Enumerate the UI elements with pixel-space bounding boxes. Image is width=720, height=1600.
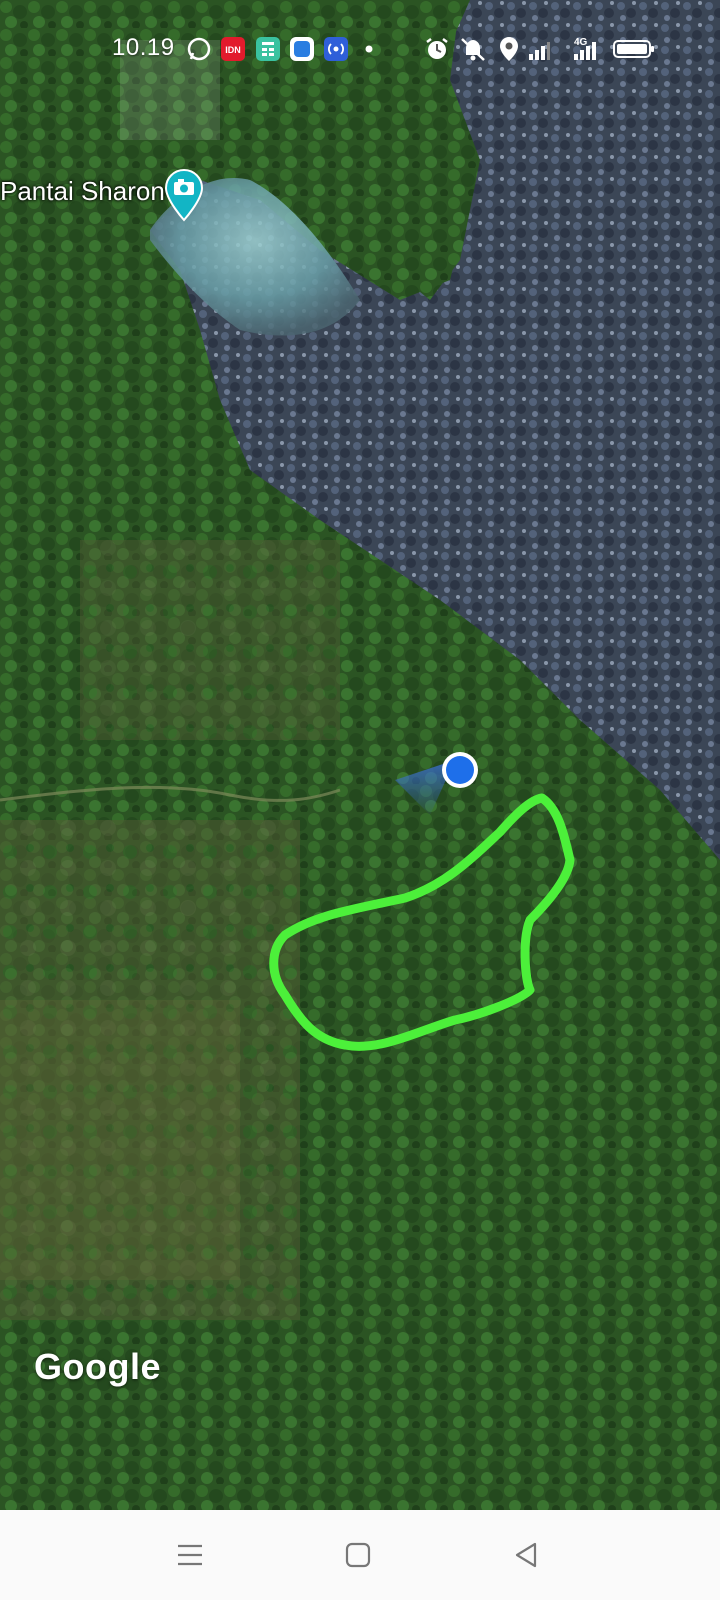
home-icon[interactable] [333,1530,383,1580]
google-attribution: Google [34,1346,161,1387]
4g-signal-icon: 4G [572,36,600,62]
calculator-app-icon [255,36,281,62]
back-icon[interactable] [501,1530,551,1580]
signal-icon [527,36,551,62]
menu-icon[interactable] [165,1530,215,1580]
network-label: 4G [574,37,588,48]
navigation-bar [0,1510,720,1600]
satellite-map[interactable]: Pantai Sharon Google [0,0,720,1510]
camera-pin-icon[interactable] [164,168,204,224]
status-time: 10.19 [112,34,175,61]
current-location-marker[interactable] [440,750,480,790]
location-icon [498,36,520,62]
idn-label: IDN [225,45,241,55]
hotspot-app-icon [323,36,349,62]
map-imagery [0,0,720,1510]
status-bar: 10.19 IDN 4G [0,0,720,96]
dot-icon [364,36,374,62]
blue-app-icon [289,36,315,62]
whatsapp-icon [186,36,212,62]
idn-app-icon: IDN [220,36,246,62]
place-label[interactable]: Pantai Sharon [0,176,165,207]
mute-icon [458,36,488,62]
battery-icon [612,36,656,62]
alarm-icon [424,36,450,62]
